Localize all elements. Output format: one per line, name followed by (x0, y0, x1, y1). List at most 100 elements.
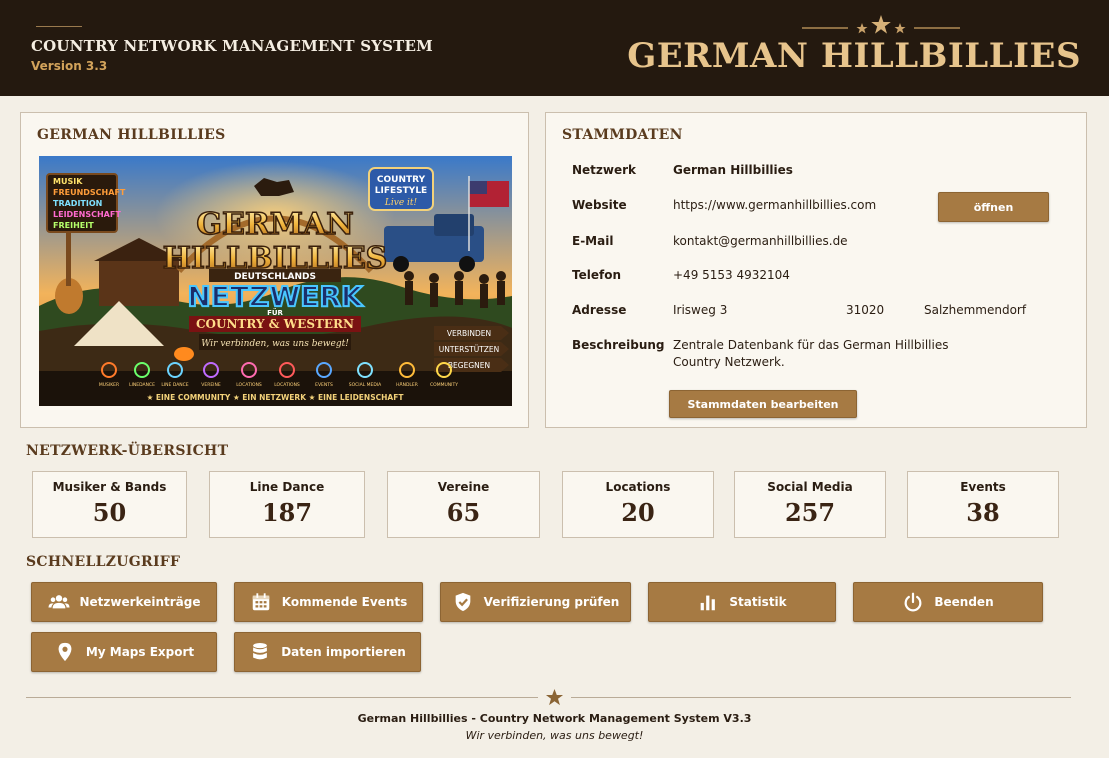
arrow-label: VERBINDEN (447, 329, 491, 338)
maps-export-button[interactable]: My Maps Export (31, 632, 217, 672)
upcoming-events-label: Kommende Events (281, 595, 408, 609)
statistics-label: Statistik (729, 595, 787, 609)
brand-wordmark: GERMAN HILLBILLIES (627, 36, 1081, 76)
netzwerk-value: German Hillbillies (673, 163, 793, 177)
icon-label: LOCATIONS (274, 382, 300, 388)
star-ornament-icon (802, 15, 960, 34)
stat-value: 50 (92, 498, 127, 527)
verify-button[interactable]: Verifizierung prüfen (440, 582, 631, 622)
logo-fur: FÜR (267, 308, 283, 317)
icon-label: MUSIKER (99, 382, 119, 388)
beschreibung-line2: Country Netzwerk. (673, 355, 785, 369)
sign-item: LEIDENSCHAFT (53, 210, 121, 219)
icon-label: LINEDANCE (129, 382, 155, 388)
website-label: Website (572, 198, 627, 212)
sign-item: TRADITION (53, 199, 102, 208)
beschreibung-line1: Zentrale Datenbank für das German Hillbi… (673, 338, 949, 352)
stat-card-vereine: Vereine 65 (387, 471, 540, 538)
app-version: Version 3.3 (31, 59, 108, 73)
verify-label: Verifizierung prüfen (483, 595, 620, 609)
stammdaten-panel (545, 112, 1087, 428)
app-title: COUNTRY NETWORK MANAGEMENT SYSTEM (31, 37, 433, 55)
logo-slogan: Wir verbinden, was uns bewegt! (201, 339, 349, 349)
stat-value: 257 (784, 498, 836, 527)
footer-star-icon (545, 688, 564, 706)
stat-card-events: Events 38 (907, 471, 1059, 538)
stat-card-social-media: Social Media 257 (734, 471, 886, 538)
street-value: Irisweg 3 (673, 303, 728, 317)
stat-value: 38 (966, 498, 1000, 527)
logo-line1: GERMAN (196, 207, 353, 242)
calendar-icon (252, 593, 269, 611)
bar-chart-icon (701, 595, 716, 611)
quick-access-title: SCHNELLZUGRIFF (26, 554, 181, 570)
stat-label: Line Dance (249, 480, 325, 494)
import-data-label: Daten importieren (281, 645, 406, 659)
bubble-line: LIFESTYLE (375, 186, 427, 196)
stat-card-musiker: Musiker & Bands 50 (32, 471, 187, 538)
logo-country: COUNTRY & WESTERN (196, 317, 354, 331)
stat-label: Social Media (767, 480, 853, 494)
stat-card-line-dance: Line Dance 187 (209, 471, 365, 538)
edit-stammdaten-button[interactable]: Stammdaten bearbeiten (669, 390, 857, 418)
arrow-label: UNTERSTÜTZEN (439, 345, 500, 354)
stat-value: 187 (261, 498, 313, 527)
power-icon (904, 592, 922, 612)
zip-value: 31020 (846, 303, 885, 317)
database-icon (253, 643, 268, 660)
map-pin-icon (58, 642, 72, 662)
network-entries-label: Netzwerkeinträge (79, 595, 201, 609)
app-header: COUNTRY NETWORK MANAGEMENT SYSTEM Versio… (0, 0, 1109, 96)
netzwerk-label: Netzwerk (572, 163, 637, 177)
email-label: E-Mail (572, 234, 614, 248)
icon-label: HÄNDLER (396, 381, 418, 388)
stammdaten-title: STAMMDATEN (562, 127, 683, 143)
stat-label: Locations (605, 480, 671, 494)
banner-panel-title: GERMAN HILLBILLIES (37, 127, 226, 143)
icon-label: LOCATIONS (236, 382, 262, 388)
footer-divider-right (571, 697, 1071, 698)
website-value: https://www.germanhillbillies.com (673, 198, 877, 212)
stat-label: Vereine (437, 480, 490, 494)
sign-item: FREIHEIT (53, 221, 94, 230)
open-website-button[interactable]: öffnen (938, 192, 1049, 222)
footer-title: German Hillbillies - Country Network Man… (357, 712, 752, 725)
icon-label: VEREINE (201, 382, 221, 388)
footer-divider-left (26, 697, 538, 698)
stat-value: 65 (446, 498, 481, 527)
stat-label: Events (960, 480, 1006, 494)
overview-title: NETZWERK-ÜBERSICHT (26, 443, 229, 459)
upcoming-events-button[interactable]: Kommende Events (234, 582, 423, 622)
beschreibung-label: Beschreibung (572, 338, 665, 352)
stat-card-locations: Locations 20 (562, 471, 714, 538)
maps-export-label: My Maps Export (85, 645, 195, 659)
import-data-button[interactable]: Daten importieren (234, 632, 421, 672)
users-icon (47, 595, 70, 609)
footer-slogan: Wir verbinden, was uns bewegt! (465, 729, 644, 742)
adresse-label: Adresse (572, 303, 627, 317)
sign-item: FREUNDSCHAFT (53, 188, 126, 197)
banner-illustration: MUSIK FREUNDSCHAFT TRADITION LEIDENSCHAF… (39, 156, 512, 406)
network-entries-button[interactable]: Netzwerkeinträge (31, 582, 217, 622)
quit-label: Beenden (934, 595, 994, 609)
quit-button[interactable]: Beenden (853, 582, 1043, 622)
email-value: kontakt@germanhillbillies.de (673, 234, 848, 248)
icon-label: SOCIAL MEDIA (349, 382, 382, 388)
telefon-value: +49 5153 4932104 (673, 268, 790, 282)
bubble-line: COUNTRY (377, 175, 426, 185)
telefon-label: Telefon (572, 268, 621, 282)
banner-bottom-text: ★ EINE COMMUNITY ★ EIN NETZWERK ★ EINE L… (147, 393, 405, 402)
icon-label: LINE DANCE (161, 382, 188, 388)
header-rule (36, 26, 82, 27)
network-banner-image: MUSIK FREUNDSCHAFT TRADITION LEIDENSCHAF… (39, 156, 512, 406)
city-value: Salzhemmendorf (924, 303, 1027, 317)
statistics-button[interactable]: Statistik (648, 582, 836, 622)
icon-label: COMMUNITY (430, 382, 458, 388)
arrow-label: BEGEGNEN (448, 361, 490, 370)
shield-check-icon (455, 592, 471, 612)
stat-label: Musiker & Bands (52, 480, 167, 494)
sign-item: MUSIK (53, 177, 83, 186)
stat-value: 20 (621, 498, 655, 527)
icon-label: EVENTS (315, 382, 333, 388)
bubble-line: Live it! (384, 198, 418, 208)
